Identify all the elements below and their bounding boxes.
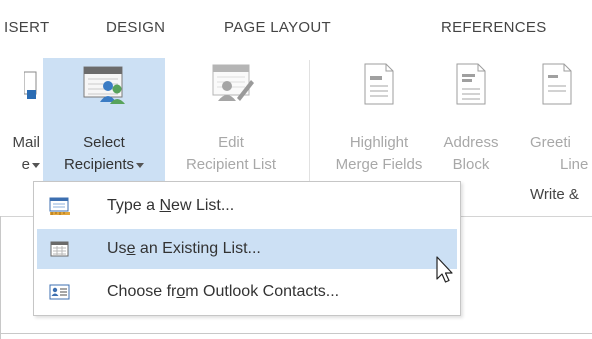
edit-recipient-list-icon (207, 62, 255, 109)
menu-item-type-new-list-label: Type a New List... (107, 197, 235, 214)
tab-references[interactable]: REFERENCES (441, 19, 547, 36)
document-icon (362, 62, 396, 111)
ribbon-panel: Mail e Select Recipients Edit Recipient … (0, 50, 592, 190)
start-mail-merge-label-1: Mail (12, 134, 40, 151)
select-recipients-label-2: Recipients (43, 156, 165, 173)
highlight-merge-fields-button[interactable]: Highlight Merge Fields (320, 52, 438, 180)
mouse-pointer-icon (436, 256, 456, 291)
greeting-line-button[interactable]: Greeti Line (530, 52, 592, 180)
greeting-line-label-1: Greeti (530, 134, 571, 151)
contacts-card-icon (49, 282, 71, 307)
select-recipients-button[interactable]: Select Recipients (43, 58, 165, 182)
ribbon-tab-bar: ISERT DESIGN PAGE LAYOUT REFERENCES (0, 0, 592, 50)
window-bottom-border (0, 333, 592, 334)
edit-recipient-list-label-2: Recipient List (185, 156, 277, 173)
menu-item-use-existing-list[interactable]: Use an Existing List... (37, 229, 457, 269)
select-recipients-label-1: Select (83, 134, 125, 151)
edit-recipient-list-label-1: Edit (218, 134, 244, 151)
greeting-line-icon (540, 62, 574, 111)
write-insert-fields-group-label: Write & (530, 186, 579, 203)
start-mail-merge-label-2: e (0, 156, 40, 173)
group-separator (309, 60, 310, 184)
menu-item-choose-outlook-contacts-label: Choose from Outlook Contacts... (107, 283, 340, 300)
menu-item-use-existing-list-label: Use an Existing List... (107, 240, 261, 257)
new-list-icon (49, 196, 71, 221)
address-block-label-2: Block (452, 156, 490, 173)
menu-item-choose-outlook-contacts[interactable]: Choose from Outlook Contacts... (37, 272, 457, 312)
tab-design[interactable]: DESIGN (106, 19, 165, 36)
address-block-button[interactable]: Address Block (440, 52, 502, 180)
highlight-merge-fields-label-1: Highlight (349, 134, 409, 151)
chevron-down-icon (136, 162, 145, 168)
start-mail-merge-button[interactable]: Mail e (0, 52, 40, 180)
window-left-border (0, 216, 1, 339)
highlight-merge-fields-label-2: Merge Fields (335, 156, 423, 173)
menu-item-type-new-list[interactable]: Type a New List... (37, 186, 457, 226)
greeting-line-label-2: Line (560, 156, 589, 173)
address-block-label-1: Address (443, 134, 499, 151)
tab-page-layout[interactable]: PAGE LAYOUT (224, 19, 331, 36)
edit-recipient-list-button[interactable]: Edit Recipient List (166, 52, 296, 180)
select-recipients-icon (80, 64, 128, 111)
existing-list-icon (49, 239, 71, 264)
address-block-icon (454, 62, 488, 111)
mail-merge-icon (23, 62, 38, 107)
tab-insert[interactable]: ISERT (4, 19, 49, 36)
select-recipients-menu: Type a New List... Use an Existing List.… (33, 181, 461, 316)
